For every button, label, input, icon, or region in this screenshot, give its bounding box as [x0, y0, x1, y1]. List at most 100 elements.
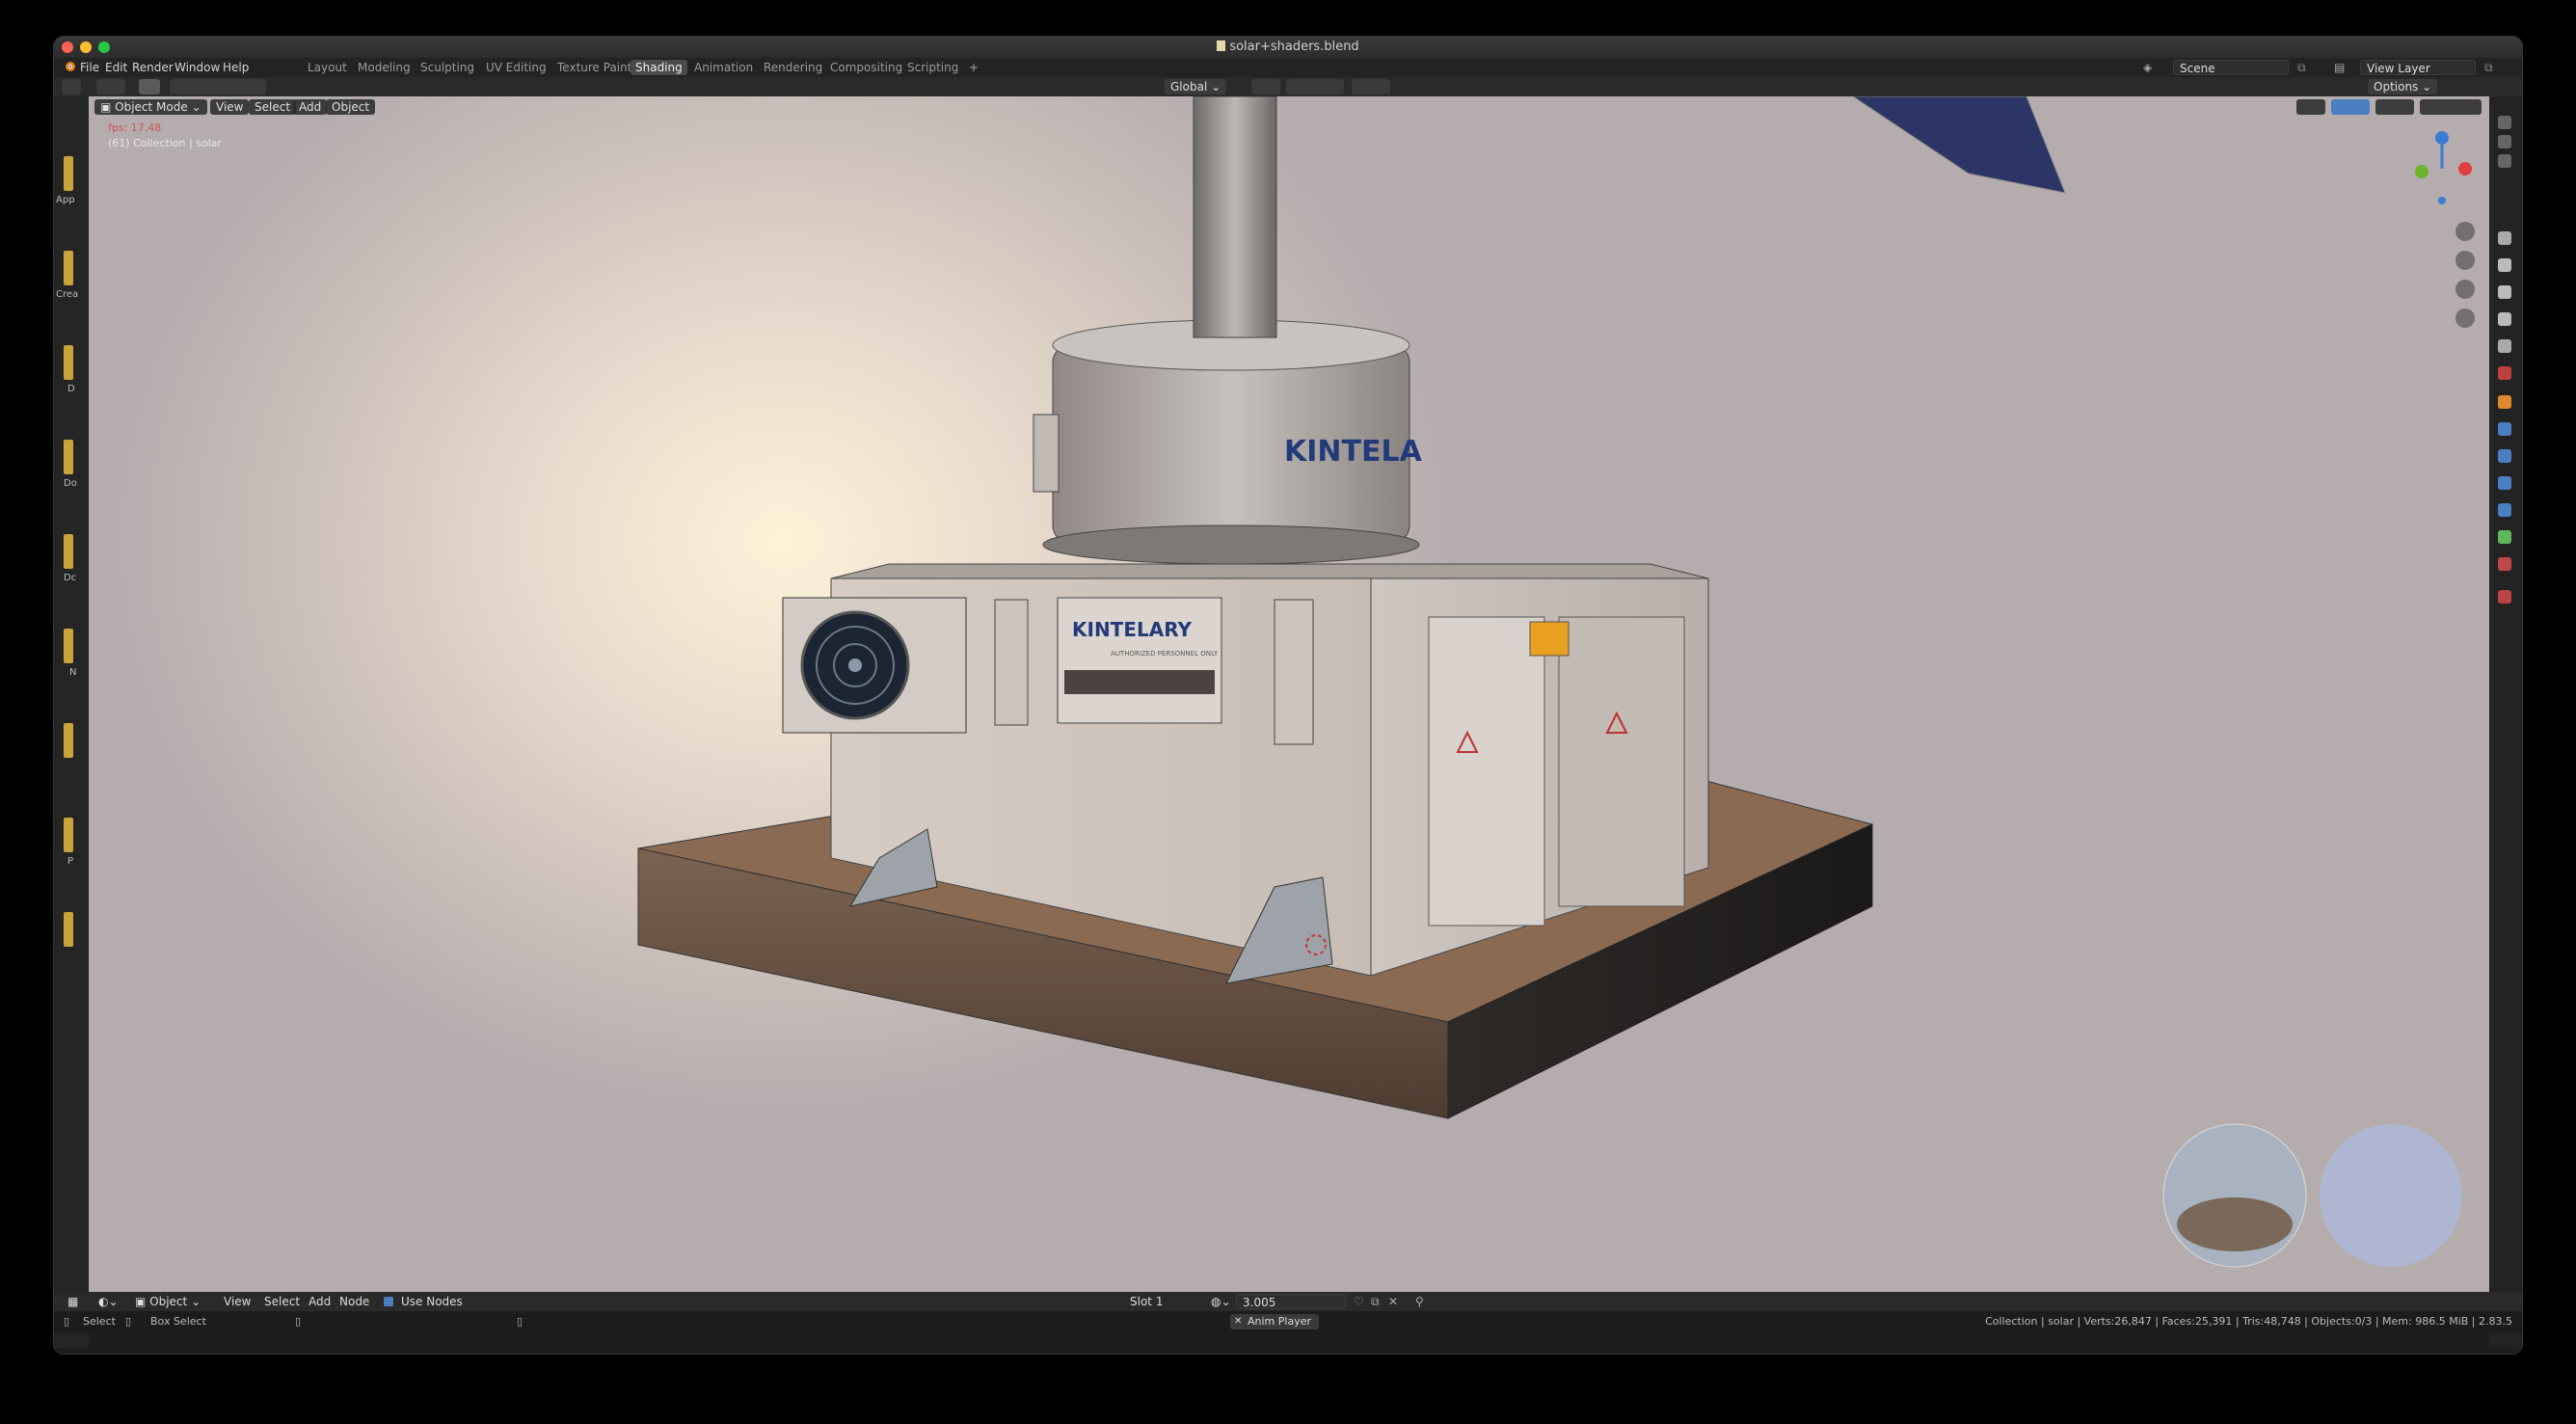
asset-item[interactable] — [64, 156, 73, 191]
snapping-icon[interactable] — [1286, 79, 1344, 94]
hatch — [1033, 414, 1060, 493]
overlay-toggle-icon[interactable] — [2375, 99, 2414, 115]
particles-tab-icon[interactable] — [2498, 449, 2511, 463]
viewport-menu-object[interactable]: Object — [326, 99, 376, 115]
close-window-button[interactable] — [62, 41, 73, 53]
object-type-dropdown[interactable]: ▣ Object ⌄ — [131, 1294, 204, 1309]
tab-uv-editing[interactable]: UV Editing — [481, 60, 551, 75]
editor-type-icon[interactable]: ▦ — [64, 1294, 82, 1309]
tab-compositing[interactable]: Compositing — [825, 60, 907, 75]
anim-player-button[interactable]: Anim Player — [1230, 1314, 1319, 1330]
output-tab-icon[interactable] — [2498, 285, 2511, 299]
asset-item[interactable] — [64, 534, 73, 569]
object-mode-dropdown[interactable]: ▣ Object Mode ⌄ — [94, 99, 207, 115]
file-browser-icon[interactable] — [62, 79, 81, 94]
scene-icon[interactable]: ◈ — [2138, 60, 2157, 75]
tab-animation[interactable]: Animation — [689, 60, 758, 75]
tab-shading[interactable]: Shading — [631, 60, 687, 75]
asset-item[interactable] — [64, 440, 73, 474]
menu-help[interactable]: Help — [218, 60, 254, 75]
eye-icon[interactable] — [2498, 135, 2511, 148]
view-layer-icon[interactable]: ▤ — [2329, 60, 2349, 75]
tab-layout[interactable]: Layout — [303, 60, 352, 75]
pivot-point-icon[interactable] — [1251, 79, 1280, 94]
perspective-grid-icon[interactable] — [2455, 309, 2475, 328]
use-nodes-checkbox[interactable] — [384, 1297, 393, 1306]
view-layer-selector[interactable]: View Layer — [2360, 60, 2476, 75]
node-menu-add[interactable]: Add — [305, 1294, 335, 1309]
view-layer-tab-icon[interactable] — [2498, 312, 2511, 326]
render-tab-icon[interactable] — [2498, 258, 2511, 272]
unlink-material-icon[interactable]: ✕ — [1384, 1294, 1402, 1309]
gizmo-neg-z-icon[interactable] — [2438, 197, 2446, 204]
camera-view-icon[interactable] — [2455, 280, 2475, 299]
sign-panel-slot — [1064, 670, 1215, 694]
side-door — [1558, 616, 1685, 907]
menu-window[interactable]: Window — [170, 60, 225, 75]
3d-viewport[interactable]: KINTELARY AUTHORIZED PERSONNEL ONLY KINT… — [89, 96, 2489, 1292]
asset-item[interactable] — [64, 723, 73, 758]
scene-new-icon[interactable]: ⧉ — [2293, 60, 2311, 75]
visibility-icon[interactable] — [2296, 99, 2325, 115]
fake-user-icon[interactable]: ♡ — [1350, 1294, 1368, 1309]
node-menu-select[interactable]: Select — [260, 1294, 304, 1309]
pan-hand-icon[interactable] — [2455, 251, 2475, 270]
node-menu-node[interactable]: Node — [335, 1294, 373, 1309]
sign-sub-text: AUTHORIZED PERSONNEL ONLY — [1111, 650, 1219, 658]
zoom-icon[interactable] — [2455, 222, 2475, 241]
viewport-menu-add[interactable]: Add — [293, 99, 328, 115]
zoom-window-button[interactable] — [98, 41, 110, 53]
material-tab-icon[interactable] — [2498, 557, 2511, 571]
minimize-window-button[interactable] — [80, 41, 92, 53]
proportional-edit-icon[interactable] — [1352, 79, 1390, 94]
duplicate-material-icon[interactable]: ⧉ — [1367, 1294, 1383, 1309]
tool-tab-icon[interactable] — [2498, 231, 2511, 245]
object-mode-label: Object Mode — [115, 100, 188, 114]
transform-orientation-dropdown[interactable]: Global ⌄ — [1165, 79, 1227, 94]
mouse-middle-icon: ▯ — [125, 1315, 132, 1328]
asset-item[interactable] — [64, 251, 73, 285]
tab-modeling[interactable]: Modeling — [353, 60, 416, 75]
viewport-menu-select[interactable]: Select — [249, 99, 297, 115]
world-tab-icon[interactable] — [2498, 366, 2511, 380]
selection-mode-group[interactable] — [170, 79, 266, 94]
gizmo-toggle-icon[interactable] — [2331, 99, 2370, 115]
asset-item[interactable] — [64, 818, 73, 852]
object-tab-icon[interactable] — [2498, 395, 2511, 409]
tab-texture-paint[interactable]: Texture Paint — [552, 60, 636, 75]
editor-type-icon[interactable] — [96, 79, 125, 94]
scene-tab-icon[interactable] — [2498, 339, 2511, 353]
tab-sculpting[interactable]: Sculpting — [416, 60, 479, 75]
data-tab-icon[interactable] — [2498, 530, 2511, 544]
window-title: solar+shaders.blend — [1229, 40, 1359, 54]
shading-mode-icon[interactable] — [2420, 99, 2482, 115]
tab-rendering[interactable]: Rendering — [759, 60, 827, 75]
tank-base — [1042, 524, 1420, 565]
constraints-tab-icon[interactable] — [2498, 503, 2511, 517]
tab-scripting[interactable]: Scripting — [902, 60, 963, 75]
select-tool-icon[interactable] — [139, 79, 160, 94]
modifier-tab-icon[interactable] — [2498, 422, 2511, 436]
gizmo-y-icon[interactable] — [2415, 165, 2428, 178]
slot-dropdown[interactable]: Slot 1 — [1124, 1294, 1197, 1309]
scene-selector[interactable]: Scene — [2173, 60, 2289, 75]
asset-label: Do — [64, 478, 77, 489]
asset-item[interactable] — [64, 912, 73, 947]
asset-item[interactable] — [64, 629, 73, 663]
material-browse-icon[interactable]: ◍⌄ — [1207, 1294, 1235, 1309]
options-dropdown[interactable]: Options ⌄ — [2368, 79, 2438, 94]
add-workspace-icon[interactable]: + — [964, 60, 983, 75]
view-layer-new-icon[interactable]: ⧉ — [2480, 60, 2498, 75]
node-menu-view[interactable]: View — [220, 1294, 255, 1309]
shader-type-icon[interactable]: ◐⌄ — [94, 1294, 122, 1309]
gizmo-x-icon[interactable] — [2458, 162, 2472, 175]
texture-tab-icon[interactable] — [2498, 590, 2511, 604]
asset-item[interactable] — [64, 345, 73, 380]
gizmo-z-icon[interactable] — [2435, 131, 2449, 145]
pin-icon[interactable]: ⚲ — [1411, 1294, 1428, 1309]
eye-icon[interactable] — [2498, 154, 2511, 168]
viewport-menu-view[interactable]: View — [210, 99, 250, 115]
eye-icon[interactable] — [2498, 116, 2511, 129]
physics-tab-icon[interactable] — [2498, 476, 2511, 490]
material-name-field[interactable]: 3.005 — [1236, 1294, 1346, 1309]
